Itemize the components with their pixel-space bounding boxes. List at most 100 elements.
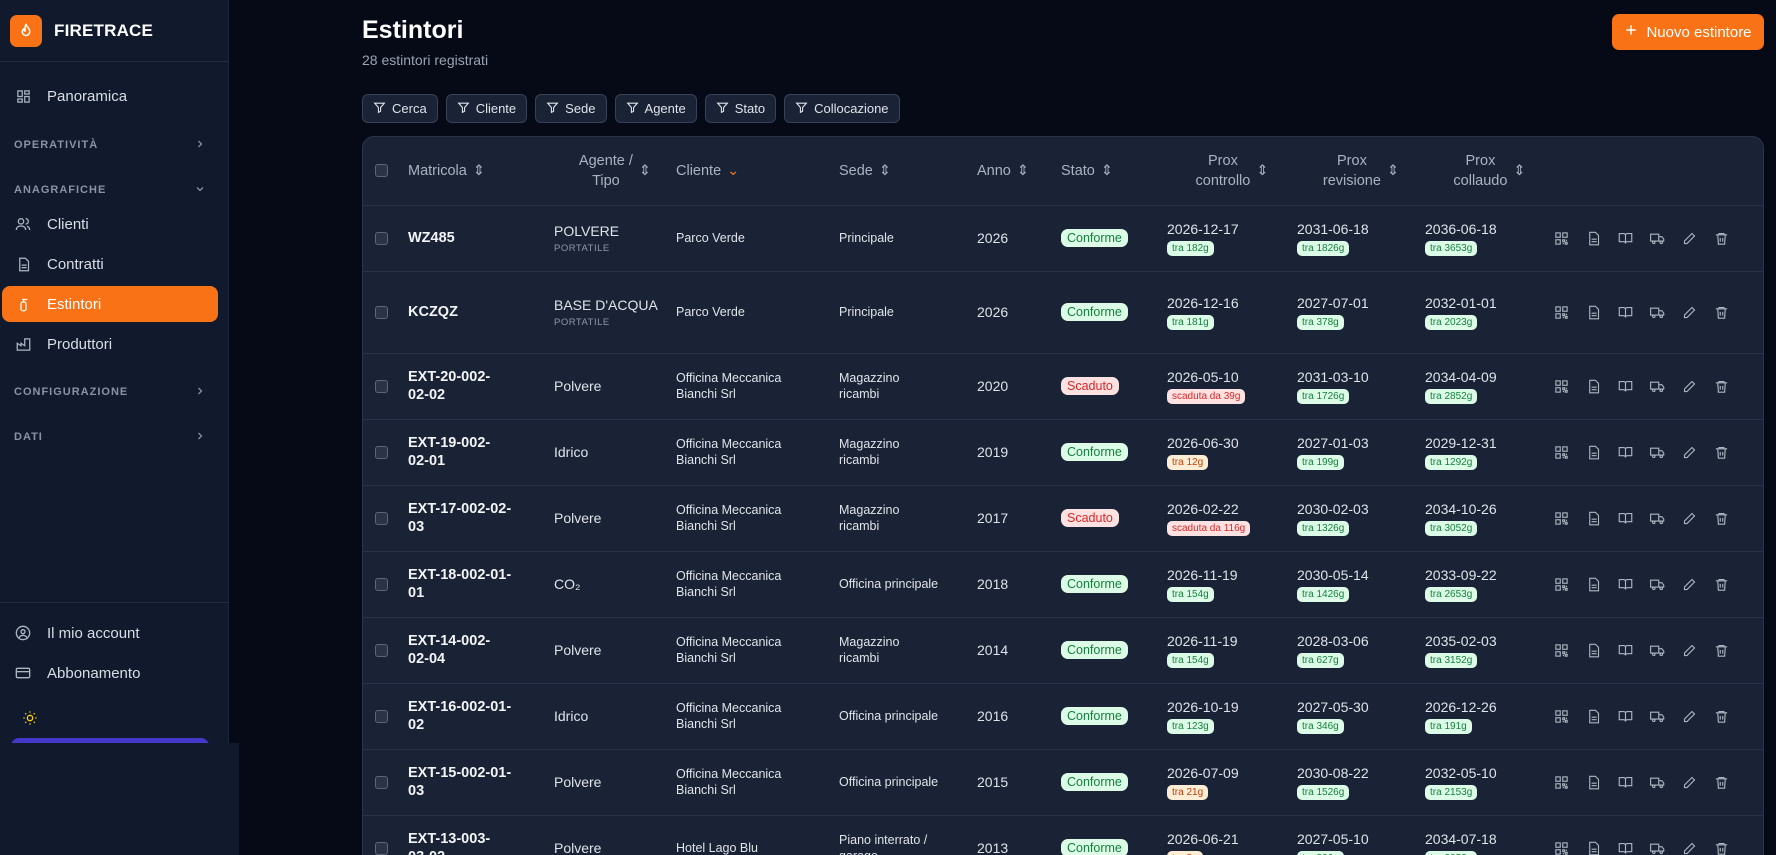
book-icon[interactable]: [1618, 511, 1633, 526]
truck-icon[interactable]: [1650, 841, 1665, 855]
nav-section-configurazione[interactable]: CONFIGURAZIONE: [14, 382, 206, 402]
book-icon[interactable]: [1618, 231, 1633, 246]
trash-icon[interactable]: [1714, 231, 1729, 246]
truck-icon[interactable]: [1650, 511, 1665, 526]
table-row[interactable]: WZ485 POLVERE PORTATILE Parco Verde Principa…: [363, 205, 1763, 271]
theme-toggle-sun-icon[interactable]: [22, 710, 38, 731]
filter-chip[interactable]: Stato: [704, 94, 777, 123]
qr-code-icon[interactable]: [1554, 841, 1569, 855]
col-stato[interactable]: Stato ⇕: [1061, 137, 1167, 205]
book-icon[interactable]: [1618, 445, 1633, 460]
col-cliente[interactable]: Cliente ⌄: [676, 137, 839, 205]
document-icon[interactable]: [1586, 305, 1601, 320]
new-extinguisher-button[interactable]: Nuovo estintore: [1612, 14, 1764, 50]
truck-icon[interactable]: [1650, 775, 1665, 790]
table-row[interactable]: EXT-16-002-01- 02 Idrico Officina Meccanica…: [363, 683, 1763, 749]
nav-item-contratti[interactable]: Contratti: [2, 246, 218, 282]
document-icon[interactable]: [1586, 445, 1601, 460]
col-matricola[interactable]: Matricola ⇕: [408, 137, 554, 205]
edit-icon[interactable]: [1682, 643, 1697, 658]
truck-icon[interactable]: [1650, 231, 1665, 246]
trash-icon[interactable]: [1714, 305, 1729, 320]
qr-code-icon[interactable]: [1554, 775, 1569, 790]
col-sede[interactable]: Sede ⇕: [839, 137, 977, 205]
qr-code-icon[interactable]: [1554, 577, 1569, 592]
qr-code-icon[interactable]: [1554, 709, 1569, 724]
trash-icon[interactable]: [1714, 379, 1729, 394]
filter-chip[interactable]: Agente: [614, 94, 697, 123]
edit-icon[interactable]: [1682, 775, 1697, 790]
book-icon[interactable]: [1618, 643, 1633, 658]
qr-code-icon[interactable]: [1554, 643, 1569, 658]
truck-icon[interactable]: [1650, 379, 1665, 394]
filter-chip[interactable]: Cerca: [362, 94, 438, 123]
col-agente[interactable]: Agente / Tipo ⇕: [554, 137, 676, 205]
nav-item-produttori[interactable]: Produttori: [2, 326, 218, 362]
row-checkbox[interactable]: [375, 577, 388, 591]
book-icon[interactable]: [1618, 775, 1633, 790]
qr-code-icon[interactable]: [1554, 511, 1569, 526]
document-icon[interactable]: [1586, 511, 1601, 526]
filter-chip[interactable]: Sede: [535, 94, 607, 123]
trash-icon[interactable]: [1714, 445, 1729, 460]
row-checkbox[interactable]: [375, 643, 388, 657]
trash-icon[interactable]: [1714, 643, 1729, 658]
filter-chip[interactable]: Collocazione: [784, 94, 900, 123]
book-icon[interactable]: [1618, 577, 1633, 592]
col-prox-revisione[interactable]: Prox revisione ⇕: [1297, 137, 1425, 205]
document-icon[interactable]: [1586, 379, 1601, 394]
table-row[interactable]: KCZQZ BASE D'ACQUA PORTATILE Parco Verde Pri…: [363, 271, 1763, 353]
edit-icon[interactable]: [1682, 305, 1697, 320]
nav-section-anagrafiche[interactable]: ANAGRAFICHE: [14, 180, 206, 200]
nav-item-account[interactable]: Il mio account: [2, 615, 218, 651]
trash-icon[interactable]: [1714, 709, 1729, 724]
truck-icon[interactable]: [1650, 577, 1665, 592]
document-icon[interactable]: [1586, 643, 1601, 658]
edit-icon[interactable]: [1682, 709, 1697, 724]
truck-icon[interactable]: [1650, 305, 1665, 320]
book-icon[interactable]: [1618, 841, 1633, 855]
edit-icon[interactable]: [1682, 445, 1697, 460]
select-all-checkbox[interactable]: [375, 164, 388, 178]
document-icon[interactable]: [1586, 231, 1601, 246]
nav-item-panoramica[interactable]: Panoramica: [2, 78, 218, 114]
truck-icon[interactable]: [1650, 445, 1665, 460]
edit-icon[interactable]: [1682, 231, 1697, 246]
trash-icon[interactable]: [1714, 577, 1729, 592]
truck-icon[interactable]: [1650, 643, 1665, 658]
row-checkbox[interactable]: [375, 379, 388, 393]
edit-icon[interactable]: [1682, 511, 1697, 526]
table-row[interactable]: EXT-18-002-01- 01 CO₂ Officina Meccanica Bia…: [363, 551, 1763, 617]
nav-item-clienti[interactable]: Clienti: [2, 206, 218, 242]
book-icon[interactable]: [1618, 709, 1633, 724]
row-checkbox[interactable]: [375, 445, 388, 459]
qr-code-icon[interactable]: [1554, 445, 1569, 460]
table-row[interactable]: EXT-14-002- 02-04 Polvere Officina Meccanic…: [363, 617, 1763, 683]
col-anno[interactable]: Anno ⇕: [977, 137, 1061, 205]
trash-icon[interactable]: [1714, 511, 1729, 526]
row-checkbox[interactable]: [375, 305, 388, 319]
document-icon[interactable]: [1586, 577, 1601, 592]
edit-icon[interactable]: [1682, 577, 1697, 592]
table-row[interactable]: EXT-15-002-01- 03 Polvere Officina Meccanic…: [363, 749, 1763, 815]
nav-section-operativita[interactable]: OPERATIVITÀ: [14, 135, 206, 155]
nav-item-estintori[interactable]: Estintori: [2, 286, 218, 322]
qr-code-icon[interactable]: [1554, 305, 1569, 320]
col-prox-controllo[interactable]: Prox controllo ⇕: [1167, 137, 1297, 205]
book-icon[interactable]: [1618, 305, 1633, 320]
col-prox-collaudo[interactable]: Prox collaudo ⇕: [1425, 137, 1554, 205]
qr-code-icon[interactable]: [1554, 379, 1569, 394]
trash-icon[interactable]: [1714, 775, 1729, 790]
row-checkbox[interactable]: [375, 511, 388, 525]
qr-code-icon[interactable]: [1554, 231, 1569, 246]
row-checkbox[interactable]: [375, 231, 388, 245]
nav-section-dati[interactable]: DATI: [14, 427, 206, 447]
table-row[interactable]: EXT-17-002-02- 03 Polvere Officina Meccanic…: [363, 485, 1763, 551]
row-checkbox[interactable]: [375, 709, 388, 723]
edit-icon[interactable]: [1682, 841, 1697, 855]
filter-chip[interactable]: Cliente: [445, 94, 528, 123]
document-icon[interactable]: [1586, 841, 1601, 855]
book-icon[interactable]: [1618, 379, 1633, 394]
row-checkbox[interactable]: [375, 841, 388, 855]
nav-item-abbonamento[interactable]: Abbonamento: [2, 655, 218, 691]
